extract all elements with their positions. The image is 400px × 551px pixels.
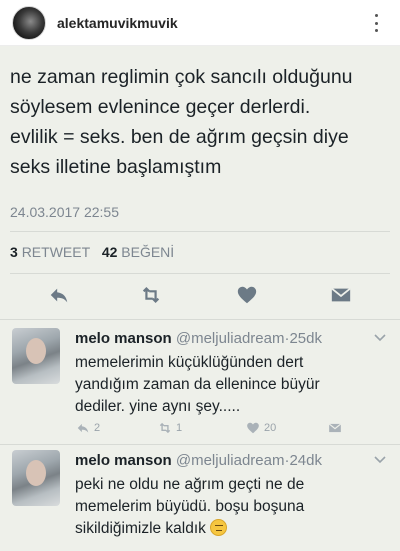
post-header: alektamuvikmuvik [0, 0, 400, 46]
reply-text: memelerimin küçüklüğünden dert yandığım … [75, 354, 320, 415]
reply-avatar[interactable] [12, 450, 60, 506]
retweet-icon[interactable]: 1 [157, 421, 182, 435]
divider [0, 319, 400, 320]
reply-text: peki ne oldu ne ağrım geçti ne de memele… [75, 474, 395, 540]
divider [10, 273, 390, 274]
retweet-label[interactable]: RETWEET [22, 244, 90, 260]
chevron-down-icon[interactable] [374, 456, 386, 464]
tweet-card: ne zaman reglimin çok sancılı olduğunu s… [0, 46, 400, 551]
reply-time: 25dk [289, 330, 322, 347]
heart-icon[interactable] [236, 284, 258, 306]
reply-time: 24dk [289, 452, 322, 469]
tweet-actions [0, 284, 400, 306]
reply-actions: 2 1 20 [75, 421, 375, 437]
reply-header: melo manson @meljuliadream·24dk [75, 452, 322, 469]
vertical-dots-icon[interactable] [374, 14, 378, 32]
divider [0, 444, 400, 445]
retweet-count[interactable]: 3 [10, 244, 18, 260]
heart-icon[interactable]: 20 [245, 421, 276, 435]
divider [10, 231, 390, 232]
reply-author-name[interactable]: melo manson [75, 452, 172, 469]
chevron-down-icon[interactable] [374, 334, 386, 342]
like-count[interactable]: 42 [102, 244, 118, 260]
unamused-face-icon [209, 519, 227, 536]
retweet-icon[interactable] [140, 284, 162, 306]
reply-author-name[interactable]: melo manson [75, 330, 172, 347]
tweet-text: ne zaman reglimin çok sancılı olduğunu s… [10, 66, 353, 178]
retweet-count: 1 [176, 422, 183, 434]
like-count: 20 [264, 422, 277, 434]
post-username[interactable]: alektamuvikmuvik [57, 15, 178, 31]
tweet-timestamp: 24.03.2017 22:55 [10, 204, 119, 220]
direct-message-icon[interactable] [327, 421, 343, 435]
reply-text-content: peki ne oldu ne ağrım geçti ne de memele… [75, 476, 305, 537]
reply-avatar[interactable] [12, 328, 60, 384]
reply-icon[interactable] [48, 284, 70, 306]
tweet-stats: 3 RETWEET 42 BEĞENİ [10, 244, 174, 260]
reply-count: 2 [94, 422, 101, 434]
reply-author-handle[interactable]: @meljuliadream [176, 330, 285, 347]
like-label[interactable]: BEĞENİ [121, 244, 174, 260]
profile-avatar[interactable] [12, 5, 46, 40]
reply-icon[interactable]: 2 [75, 421, 100, 435]
reply-header: melo manson @meljuliadream·25dk [75, 330, 322, 347]
reply-author-handle[interactable]: @meljuliadream [176, 452, 285, 469]
direct-message-icon[interactable] [330, 284, 352, 306]
